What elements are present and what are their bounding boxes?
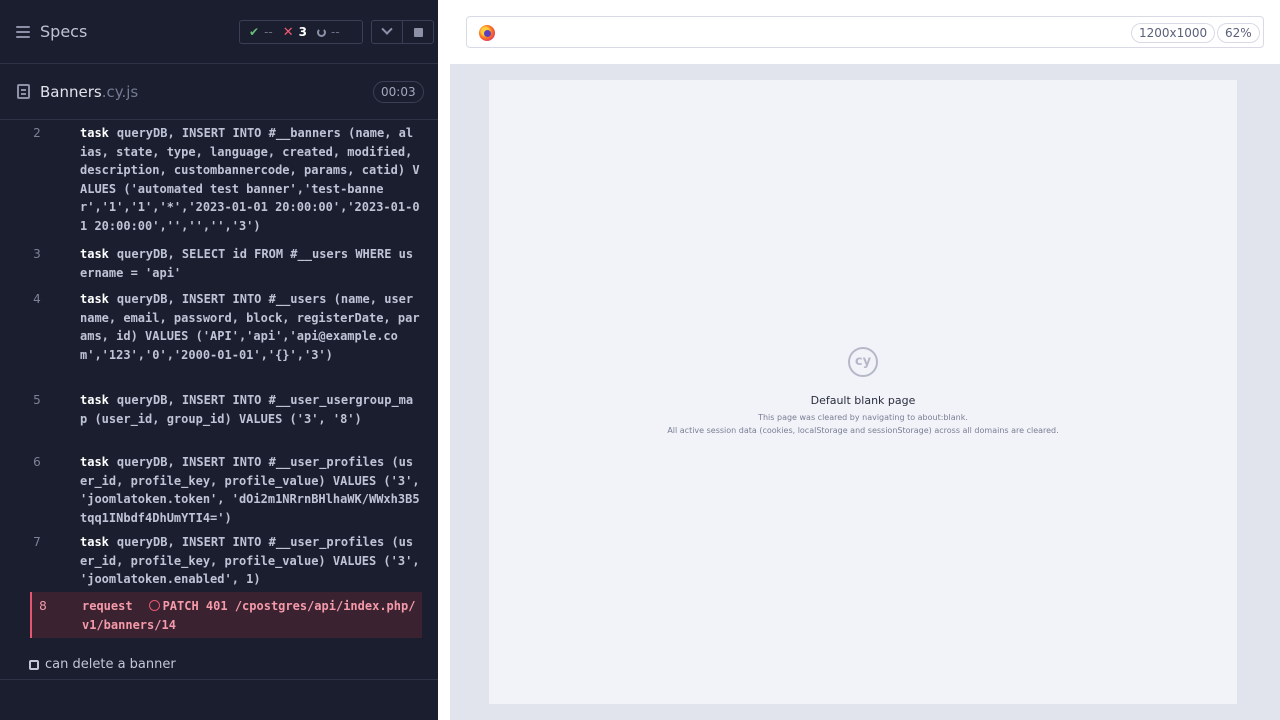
blank-page-title: Default blank page: [810, 394, 916, 407]
aut-stage: cy Default blank page This page was clea…: [450, 64, 1280, 720]
app-under-test-panel: 1200x1000 62% cy Default blank page This…: [438, 0, 1280, 720]
command-row[interactable]: 3 task queryDB, SELECT id FROM #__users W…: [30, 245, 422, 285]
specs-label: Specs: [40, 22, 88, 41]
stop-icon: [413, 27, 423, 37]
run-controls: [371, 20, 434, 44]
pending-request-icon: [148, 600, 160, 611]
pending-icon: [317, 27, 326, 37]
divider: [0, 679, 438, 680]
firefox-icon: [479, 25, 495, 41]
test-stats: ✔ -- ✕ 3 --: [239, 20, 363, 44]
blank-page: cy Default blank page This page was clea…: [489, 80, 1237, 704]
reporter-panel: Specs ✔ -- ✕ 3 -- Banners.cy.js 00:03 2 …: [0, 0, 438, 720]
menu-icon: [16, 25, 32, 38]
test-item[interactable]: can delete a banner: [29, 657, 176, 672]
failed-command-row[interactable]: 8 request PATCH 401 /cpostgres/api/index.…: [30, 592, 422, 638]
file-icon: [17, 84, 30, 99]
passed-stat: ✔ --: [249, 25, 273, 39]
url-bar[interactable]: 1200x1000 62%: [466, 16, 1264, 48]
aut-header: 1200x1000 62%: [450, 0, 1280, 64]
duration-badge: 00:03: [373, 81, 424, 103]
test-status-icon: [29, 659, 39, 670]
blank-page-description: This page was cleared by navigating to a…: [758, 413, 968, 422]
viewport-size-badge[interactable]: 1200x1000: [1131, 23, 1216, 43]
blank-page-description-2: All active session data (cookies, localS…: [667, 426, 1059, 435]
check-icon: ✔: [249, 25, 260, 39]
expand-button[interactable]: [372, 21, 403, 43]
command-row[interactable]: 2 task queryDB, INSERT INTO #__banners (n…: [30, 124, 422, 240]
stop-button[interactable]: [403, 21, 433, 43]
cross-icon: ✕: [282, 24, 294, 40]
command-row[interactable]: 5 task queryDB, INSERT INTO #__user_userg…: [30, 391, 422, 449]
failed-stat: ✕ 3: [282, 24, 307, 40]
zoom-badge: 62%: [1217, 23, 1260, 43]
command-row[interactable]: 7 task queryDB, INSERT INTO #__user_profi…: [30, 533, 422, 591]
reporter-header: Specs ✔ -- ✕ 3 --: [0, 0, 438, 64]
command-log: 2 task queryDB, INSERT INTO #__banners (n…: [16, 120, 422, 640]
chevron-down-icon: [381, 23, 393, 35]
cypress-logo-icon: cy: [848, 347, 878, 377]
specs-toggle-button[interactable]: Specs: [16, 22, 87, 41]
command-row[interactable]: 4 task queryDB, INSERT INTO #__users (nam…: [30, 290, 422, 385]
command-row[interactable]: 6 task queryDB, INSERT INTO #__user_profi…: [30, 453, 422, 531]
pending-stat: --: [317, 25, 340, 39]
spec-file-row: Banners.cy.js 00:03: [0, 64, 438, 120]
spec-file-name[interactable]: Banners.cy.js: [40, 83, 138, 101]
